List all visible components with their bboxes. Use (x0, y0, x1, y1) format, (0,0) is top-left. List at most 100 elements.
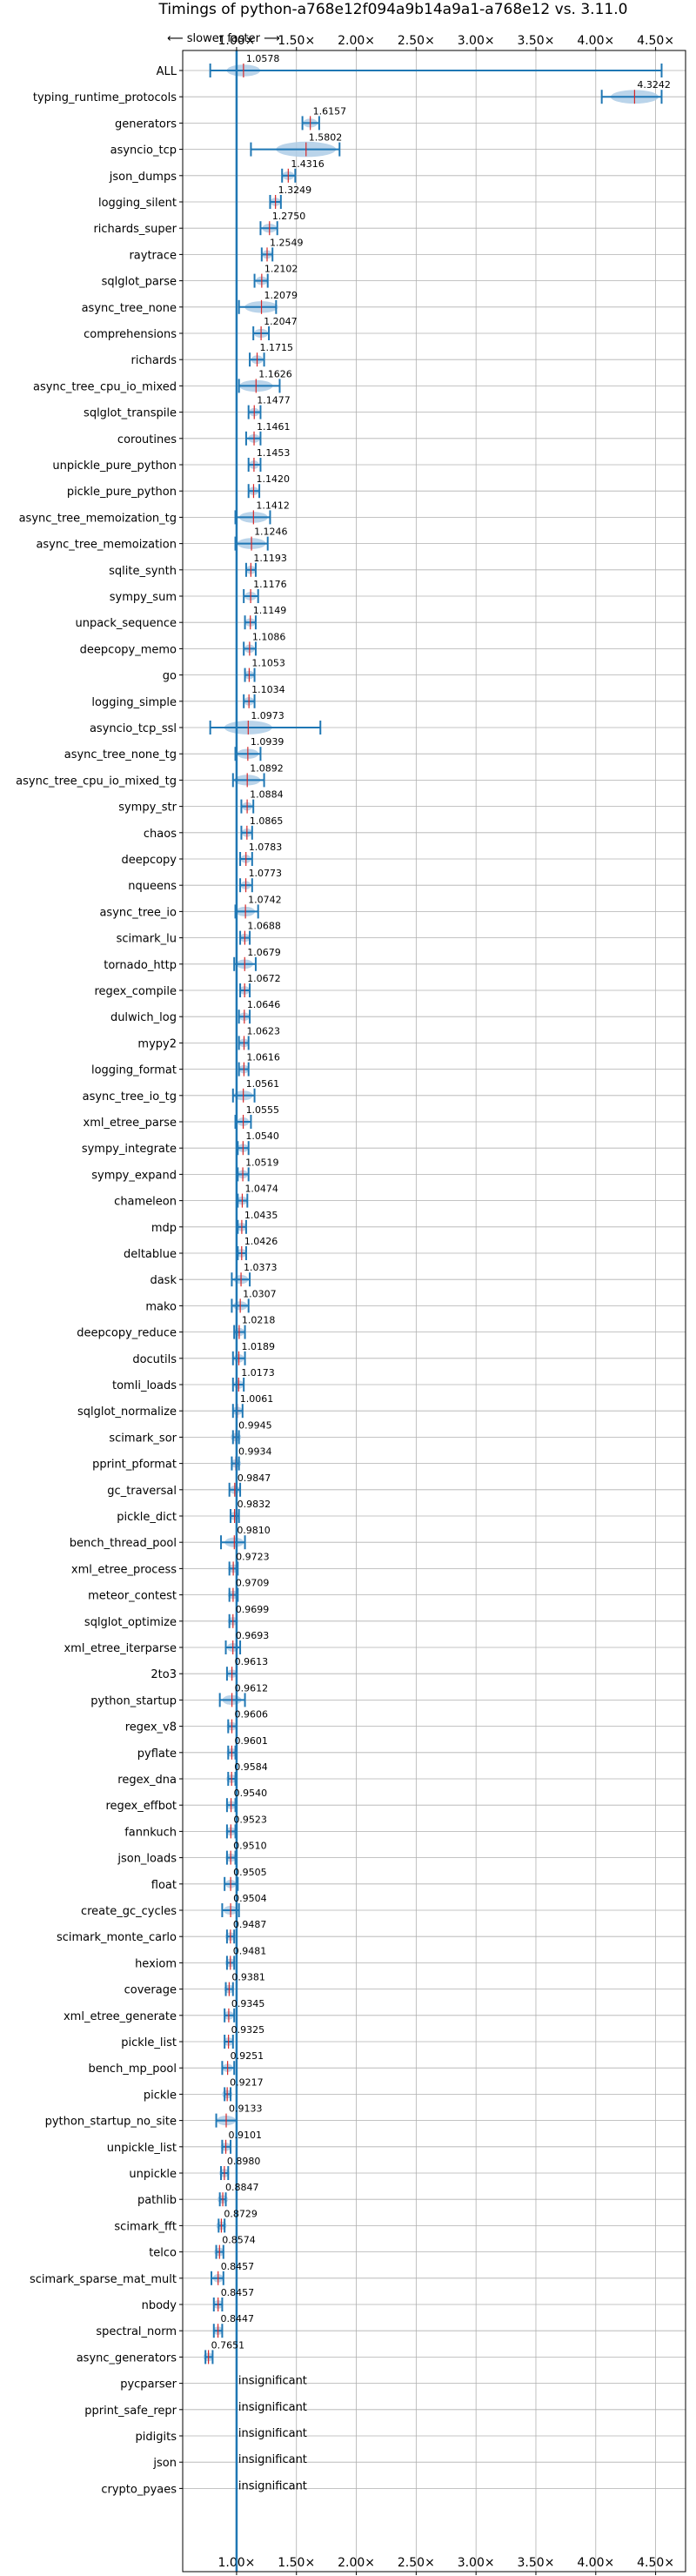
benchmark-label: pickle_dict (117, 1511, 177, 1524)
value-label: 1.0540 (245, 1130, 279, 1142)
value-label: 1.0646 (247, 999, 281, 1010)
benchmark-label: sympy_expand (91, 1169, 177, 1182)
value-label: 1.1412 (256, 500, 290, 511)
benchmark-label: tornado_http (104, 959, 177, 972)
benchmark-label: python_startup (90, 1694, 177, 1707)
benchmark-label: richards (131, 354, 177, 367)
value-label: 0.9325 (231, 2024, 265, 2036)
benchmark-label: bench_thread_pool (70, 1537, 177, 1550)
benchmark-label: coverage (124, 1984, 177, 1997)
value-label: 0.9601 (234, 1735, 268, 1747)
x-tick-label-bottom: 3.50× (518, 2556, 555, 2570)
benchmark-label: python_startup_no_site (45, 2116, 177, 2129)
value-label: 1.1034 (251, 684, 285, 695)
x-tick-label-bottom: 4.50× (637, 2556, 674, 2570)
x-tick-label-top: 3.50× (518, 34, 555, 48)
benchmark-label: nbody (142, 2299, 177, 2312)
value-label: 0.9810 (237, 1525, 271, 1536)
x-tick-label-bottom: 2.50× (398, 2556, 435, 2570)
benchmark-label: sqlglot_parse (102, 276, 177, 289)
value-label: 1.2079 (264, 290, 298, 301)
value-label: 1.0173 (241, 1367, 275, 1379)
value-label: 1.1053 (251, 658, 285, 669)
benchmark-label: deepcopy_reduce (77, 1327, 177, 1340)
value-label: 4.3242 (637, 79, 671, 91)
value-label: 0.9847 (238, 1472, 271, 1484)
value-label: 0.9481 (233, 1945, 267, 1956)
value-label: 1.2047 (264, 316, 298, 327)
value-label: 1.1149 (253, 605, 287, 616)
benchmark-label: unpickle_list (107, 2142, 177, 2155)
benchmark-label: async_tree_none (82, 302, 177, 315)
value-label: 1.0519 (245, 1157, 279, 1168)
value-label: 1.0688 (247, 921, 281, 932)
benchmark-label: regex_dna (117, 1774, 177, 1787)
benchmark-label: dask (150, 1274, 177, 1287)
benchmark-label: unpack_sequence (75, 617, 177, 630)
x-tick-label-bottom: 1.50× (278, 2556, 315, 2570)
value-label: 1.0884 (250, 789, 284, 801)
benchmark-label: sqlglot_transpile (84, 407, 177, 420)
benchmark-label: deltablue (124, 1248, 177, 1261)
value-label: 0.9345 (231, 1998, 265, 2009)
insignificant-label: insignificant (238, 2427, 307, 2440)
value-label: 1.0892 (250, 762, 284, 774)
benchmark-label: sqlglot_optimize (84, 1616, 177, 1629)
benchmark-label: asyncio_tcp_ssl (90, 722, 177, 735)
benchmark-label: async_tree_memoization (36, 539, 177, 552)
benchmark-label: async_tree_io_tg (83, 1090, 177, 1104)
benchmark-label: logging_silent (98, 197, 177, 210)
x-tick-label-top: 4.50× (637, 34, 674, 48)
benchmark-label: telco (149, 2247, 177, 2260)
value-label: 1.1193 (253, 553, 287, 564)
benchmark-label: pprint_pformat (92, 1459, 177, 1472)
benchmark-label: unpickle (129, 2168, 177, 2181)
value-label: 1.0783 (249, 842, 283, 853)
benchmark-label: logging_simple (91, 696, 177, 709)
value-label: 1.1453 (257, 447, 291, 459)
benchmark-label: xml_etree_generate (64, 2010, 177, 2023)
benchmark-label: async_generators (77, 2351, 177, 2365)
value-label: 0.9612 (235, 1682, 269, 1694)
benchmark-label: scimark_fft (114, 2220, 177, 2233)
benchmark-label: coroutines (117, 433, 177, 446)
value-label: 0.9934 (238, 1446, 272, 1458)
value-label: 1.0307 (243, 1288, 277, 1299)
benchmark-label: sqlite_synth (109, 565, 177, 578)
value-label: 0.9606 (235, 1709, 269, 1721)
x-tick-label-top: 1.50× (278, 34, 315, 48)
value-label: 0.9723 (236, 1551, 270, 1562)
benchmark-label: async_tree_cpu_io_mixed (33, 380, 177, 393)
benchmark-label: spectral_norm (96, 2325, 177, 2338)
x-tick-label-top: 2.00× (338, 34, 375, 48)
insignificant-label: insignificant (238, 2401, 307, 2414)
chart-container: Timings of python-a768e12f094a9b14a9a1-a… (0, 0, 696, 2576)
benchmark-label: async_tree_io (99, 906, 177, 919)
value-label: 0.9510 (233, 1841, 267, 1852)
x-tick-label-bottom: 4.00× (577, 2556, 614, 2570)
value-label: 0.9832 (238, 1499, 271, 1510)
benchmark-label: pickle_pure_python (67, 486, 177, 499)
benchmark-label: comprehensions (84, 328, 177, 341)
benchmark-label: mdp (151, 1222, 177, 1235)
value-label: 1.1626 (258, 368, 292, 379)
value-label: 0.9251 (231, 2050, 264, 2062)
chart-title: Timings of python-a768e12f094a9b14a9a1-a… (158, 1, 628, 18)
benchmark-label: mako (145, 1300, 177, 1313)
value-label: 1.0426 (244, 1236, 278, 1247)
value-label: 0.8457 (221, 2261, 255, 2272)
benchmark-label: async_tree_memoization_tg (19, 512, 177, 525)
value-label: 1.0218 (242, 1315, 276, 1326)
value-label: 1.0561 (246, 1078, 280, 1090)
value-label: 1.6157 (313, 105, 347, 117)
benchmark-label: xml_etree_process (71, 1563, 177, 1576)
value-label: 0.9487 (233, 1919, 267, 1930)
value-label: 0.9101 (229, 2130, 263, 2141)
value-label: 0.9217 (230, 2076, 264, 2088)
x-tick-label-top: 2.50× (398, 34, 435, 48)
value-label: 0.9504 (233, 1893, 267, 1904)
value-label: 1.3249 (278, 184, 312, 196)
value-label: 1.0939 (251, 736, 284, 748)
insignificant-label: insignificant (238, 2375, 307, 2388)
benchmark-label: logging_format (91, 1064, 177, 1077)
